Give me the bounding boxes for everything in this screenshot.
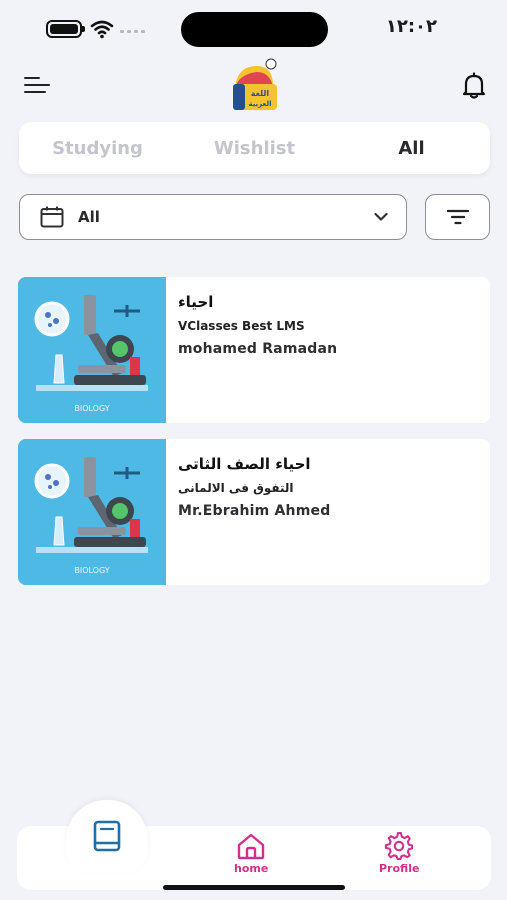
course-title: احياء bbox=[178, 293, 214, 311]
date-filter-value: All bbox=[78, 208, 100, 226]
course-teacher: Mr.Ebrahim Ahmed bbox=[178, 503, 331, 519]
course-thumbnail: BIOLOGY bbox=[18, 439, 166, 585]
course-title: احياء الصف الثاتى bbox=[178, 455, 311, 473]
signal-icon bbox=[120, 30, 145, 33]
thumbnail-caption: BIOLOGY bbox=[74, 566, 109, 575]
course-tabs: Studying Wishlist All bbox=[19, 122, 490, 174]
calendar-icon bbox=[40, 206, 64, 228]
app-logo: اللغة العربية bbox=[233, 58, 277, 110]
gear-icon bbox=[385, 832, 414, 860]
filter-button[interactable] bbox=[425, 194, 490, 240]
status-bar: ١٢:٠٢ bbox=[0, 0, 507, 60]
home-indicator bbox=[163, 885, 345, 890]
course-thumbnail: BIOLOGY bbox=[18, 277, 166, 423]
nav-home-label: home bbox=[234, 862, 269, 875]
tab-wishlist[interactable]: Wishlist bbox=[176, 138, 333, 159]
dynamic-island bbox=[181, 12, 328, 47]
svg-text:اللغة: اللغة bbox=[251, 89, 270, 98]
thumbnail-caption: BIOLOGY bbox=[74, 404, 109, 413]
filter-icon bbox=[446, 209, 469, 225]
nav-profile[interactable]: Profile bbox=[379, 832, 419, 875]
svg-text:العربية: العربية bbox=[248, 100, 271, 108]
wifi-icon bbox=[90, 20, 114, 39]
book-icon bbox=[93, 820, 121, 852]
date-filter-select[interactable]: All bbox=[19, 194, 407, 240]
notification-bell-icon[interactable] bbox=[461, 72, 487, 100]
tab-studying[interactable]: Studying bbox=[19, 138, 176, 159]
course-card[interactable]: BIOLOGY احياء الصف الثاتى التفوق فى الال… bbox=[18, 439, 490, 585]
menu-button[interactable] bbox=[24, 74, 50, 96]
nav-my-courses-button[interactable] bbox=[66, 800, 148, 872]
course-teacher: mohamed Ramadan bbox=[178, 341, 338, 357]
status-time: ١٢:٠٢ bbox=[385, 16, 437, 37]
home-icon bbox=[237, 833, 265, 860]
course-card[interactable]: BIOLOGY احياء VClasses Best LMS mohamed … bbox=[18, 277, 490, 423]
course-organization: VClasses Best LMS bbox=[178, 319, 305, 333]
tab-all[interactable]: All bbox=[333, 138, 490, 159]
nav-home[interactable]: home bbox=[234, 832, 268, 875]
battery-icon bbox=[46, 20, 85, 38]
course-organization: التفوق فى الالمانى bbox=[178, 481, 294, 495]
nav-profile-label: Profile bbox=[379, 862, 420, 875]
app-header: اللغة العربية bbox=[0, 58, 507, 114]
chevron-down-icon bbox=[374, 212, 388, 221]
